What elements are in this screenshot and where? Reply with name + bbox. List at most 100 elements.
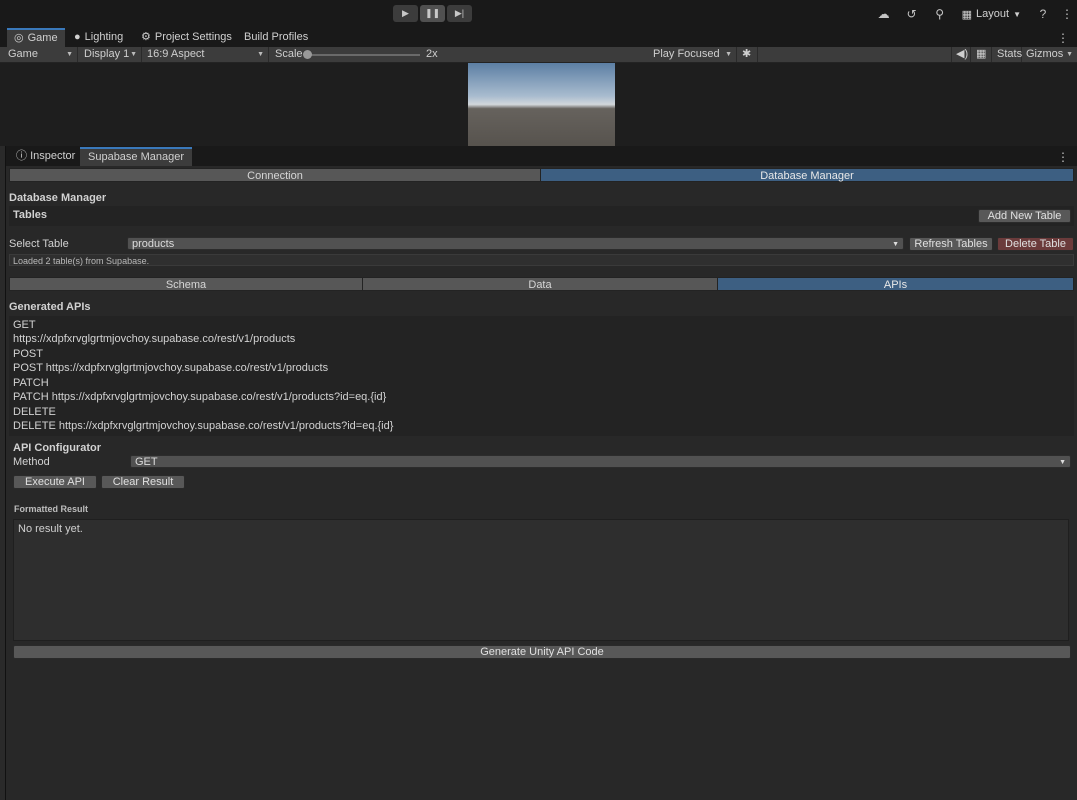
display-dropdown[interactable]: Display 1 ▼ (80, 47, 142, 62)
api-method-label: POST (13, 348, 43, 360)
clear-result-button[interactable]: Clear Result (101, 475, 185, 489)
layout-dropdown[interactable]: ▦ Layout ▼ (954, 8, 1029, 21)
tab-inspector[interactable]: ⓘ Inspector (8, 147, 83, 166)
cloud-icon[interactable]: ☁ (870, 7, 898, 21)
gizmos-dropdown[interactable]: Gizmos ▼ (1022, 47, 1077, 62)
game-view (0, 63, 1077, 146)
bug-icon[interactable]: ✱ (738, 47, 758, 62)
result-text: No result yet. (18, 523, 83, 535)
more-icon[interactable]: ⋮ (1057, 31, 1069, 45)
info-icon: ⓘ (16, 150, 27, 162)
tab-label: Build Profiles (244, 31, 309, 43)
layout-icon: ▦ (961, 8, 973, 21)
api-method-label: GET (13, 319, 36, 331)
api-method-label: PATCH (13, 377, 49, 389)
scale-slider[interactable] (307, 54, 420, 56)
play-button[interactable]: ▶ (393, 5, 418, 22)
api-url: https://xdpfxrvglgrtmjovchoy.supabase.co… (13, 333, 296, 345)
formatted-result-label: Formatted Result (14, 504, 89, 514)
view-label: Game (8, 48, 38, 60)
tab-supabase-manager[interactable]: Supabase Manager (80, 147, 193, 166)
chevron-down-icon: ▼ (892, 241, 899, 248)
layout-label: Layout (976, 8, 1010, 20)
generate-unity-api-code-button[interactable]: Generate Unity API Code (13, 645, 1071, 659)
tab-lighting[interactable]: ● Lighting (67, 28, 130, 47)
tab-label: Inspector (30, 150, 76, 162)
chevron-down-icon: ▼ (1013, 9, 1021, 19)
display-label: Display 1 (84, 48, 130, 60)
play-icon: ▶ (402, 8, 409, 18)
tab-data[interactable]: Data (362, 277, 718, 291)
chevron-down-icon: ▼ (66, 51, 73, 58)
search-icon[interactable]: ⚲ (926, 7, 954, 21)
more-icon[interactable]: ⋮ (1057, 7, 1077, 21)
aspect-dropdown[interactable]: 16:9 Aspect ▼ (143, 47, 269, 62)
api-method-label: DELETE (13, 406, 56, 418)
status-message: Loaded 2 table(s) from Supabase. (9, 254, 1074, 266)
play-mode-label: Play Focused (653, 48, 720, 60)
chevron-down-icon: ▼ (1066, 51, 1073, 58)
chevron-down-icon: ▼ (1059, 459, 1066, 466)
pause-button[interactable]: ❚❚ (420, 5, 445, 22)
api-url: PATCH https://xdpfxrvglgrtmjovchoy.supab… (13, 391, 387, 403)
tab-label: Supabase Manager (88, 151, 185, 163)
tab-database-manager[interactable]: Database Manager (540, 168, 1074, 182)
history-icon[interactable]: ↺ (898, 7, 926, 21)
help-icon[interactable]: ? (1029, 7, 1057, 21)
chevron-down-icon: ▼ (130, 51, 137, 58)
tab-label: Game (27, 32, 58, 44)
bulb-icon: ● (74, 31, 81, 43)
tab-schema[interactable]: Schema (9, 277, 363, 291)
speaker-icon[interactable]: ◀) (951, 47, 971, 62)
delete-table-button[interactable]: Delete Table (997, 237, 1074, 251)
table-select-value: products (132, 238, 175, 250)
tab-connection[interactable]: Connection (9, 168, 541, 182)
tab-label: Project Settings (154, 31, 232, 43)
tab-apis[interactable]: APIs (717, 277, 1074, 291)
more-icon[interactable]: ⋮ (1057, 150, 1069, 164)
generated-apis-title: Generated APIs (9, 301, 91, 313)
method-select-value: GET (135, 456, 158, 468)
gamepad-icon: ◎ (14, 32, 24, 44)
game-tab-row: ◎ Game ● Lighting ⚙ Project Settings Bui… (0, 28, 1077, 47)
stats-button[interactable]: Stats (993, 47, 1022, 62)
playback-controls: ▶ ❚❚ ▶| (393, 5, 472, 22)
api-url: POST https://xdpfxrvglgrtmjovchoy.supaba… (13, 362, 329, 374)
chevron-down-icon: ▼ (257, 51, 264, 58)
aspect-label: 16:9 Aspect (147, 48, 205, 60)
chevron-down-icon: ▼ (725, 51, 732, 58)
api-url: DELETE https://xdpfxrvglgrtmjovchoy.supa… (13, 420, 394, 432)
scale-slider-handle[interactable] (303, 50, 312, 59)
api-configurator-title: API Configurator (13, 442, 101, 454)
add-new-table-button[interactable]: Add New Table (978, 209, 1071, 223)
tables-label: Tables (13, 209, 48, 221)
execute-api-button[interactable]: Execute API (13, 475, 97, 489)
pause-icon: ❚❚ (424, 8, 441, 18)
gizmos-label: Gizmos (1026, 48, 1064, 60)
game-render-preview (468, 63, 615, 146)
main-toolbar: ▶ ❚❚ ▶| ☁ ↺ ⚲ ▦ Layout ▼ ? ⋮ (0, 0, 1077, 28)
method-select[interactable]: GET ▼ (130, 455, 1071, 468)
section-title: Database Manager (9, 192, 107, 204)
tab-label: Lighting (84, 31, 124, 43)
tables-header-band (9, 206, 1074, 226)
supabase-manager-panel: Connection Database Manager Database Man… (6, 166, 1077, 800)
result-textarea[interactable]: No result yet. (13, 519, 1069, 641)
tab-build-profiles[interactable]: Build Profiles (237, 28, 315, 47)
tab-project-settings[interactable]: ⚙ Project Settings (134, 28, 239, 47)
tab-game[interactable]: ◎ Game (7, 28, 65, 47)
refresh-tables-button[interactable]: Refresh Tables (909, 237, 993, 251)
grid-icon[interactable]: ▦ (972, 47, 992, 62)
play-mode-dropdown[interactable]: Play Focused ▼ (649, 47, 737, 62)
step-button[interactable]: ▶| (447, 5, 472, 22)
game-view-toolbar: Game ▼ Display 1 ▼ 16:9 Aspect ▼ Scale 2x P… (0, 47, 1077, 63)
table-select[interactable]: products ▼ (127, 237, 904, 250)
inspector-tab-row: ⓘ Inspector Supabase Manager ⋮ (6, 147, 1077, 166)
step-icon: ▶| (454, 8, 465, 18)
select-table-label: Select Table (9, 238, 69, 250)
toolbar-right: ☁ ↺ ⚲ ▦ Layout ▼ ? ⋮ (870, 5, 1077, 23)
scale-value: 2x (426, 48, 438, 60)
gear-icon: ⚙ (141, 31, 151, 43)
scale-label: Scale (275, 48, 303, 60)
view-dropdown[interactable]: Game ▼ (4, 47, 78, 62)
